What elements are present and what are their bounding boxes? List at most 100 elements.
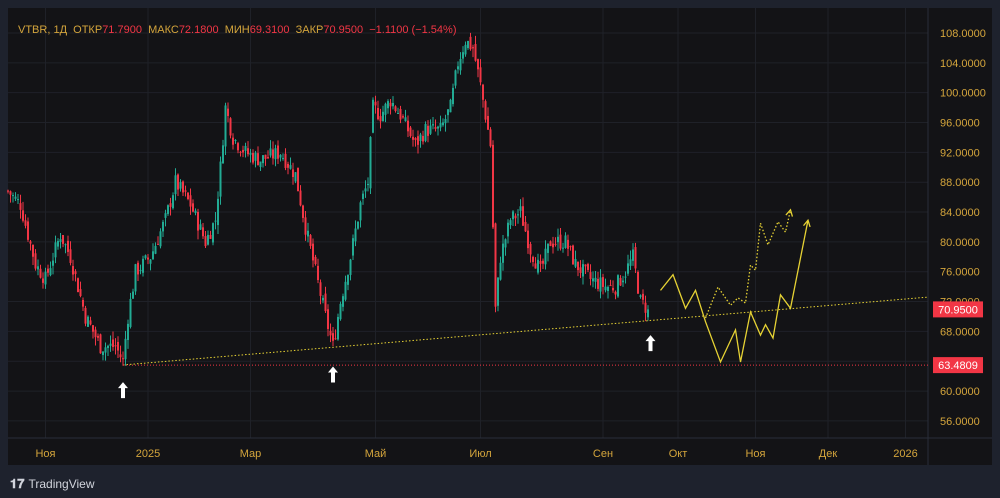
candle-body <box>192 203 194 212</box>
candle-body <box>342 296 344 307</box>
candle-body <box>112 339 114 348</box>
candle-body <box>179 182 182 189</box>
candle-body <box>334 338 337 340</box>
candle-body <box>372 99 374 133</box>
candle-body <box>84 307 87 324</box>
candle-body <box>304 217 307 235</box>
candle-body <box>357 221 359 229</box>
candle-body <box>352 238 354 256</box>
candle-body <box>437 126 439 129</box>
candle-body <box>14 196 17 199</box>
x-tick-label: Мар <box>240 448 262 460</box>
candle-body <box>327 309 329 329</box>
candle-body <box>359 202 362 221</box>
candle-body <box>19 203 22 210</box>
candle-body <box>367 183 369 186</box>
y-tick-label: 56.0000 <box>940 416 980 428</box>
open-value: 71.7900 <box>102 24 142 36</box>
candle-body <box>239 151 242 153</box>
candle-body <box>344 281 347 300</box>
candle-body <box>242 149 244 153</box>
candle-body <box>249 152 252 155</box>
candle-body <box>459 58 462 71</box>
up-arrow-icon <box>118 382 128 399</box>
candle-body <box>457 66 459 70</box>
candle-body <box>39 268 42 278</box>
candle-body <box>612 287 614 291</box>
candle-body <box>119 354 122 358</box>
candle-body <box>407 120 409 132</box>
candle-body <box>599 277 602 292</box>
candle-body <box>364 188 367 192</box>
candle-body <box>104 347 107 353</box>
candle-body <box>217 198 219 226</box>
tradingview-logo[interactable]: 𝟏𝟕 TradingView <box>10 476 95 492</box>
candle-body <box>27 221 29 240</box>
candle-body <box>347 275 349 285</box>
candle-body <box>502 243 504 263</box>
candle-body <box>419 134 422 142</box>
x-tick-label: 2025 <box>136 448 160 460</box>
candle-body <box>219 161 222 197</box>
candle-body <box>544 248 547 265</box>
candle-body <box>134 264 137 292</box>
candle-body <box>642 293 644 300</box>
candle-body <box>167 205 169 214</box>
candle-body <box>7 190 9 192</box>
up-arrow-icon <box>328 366 338 383</box>
candle-body <box>409 127 412 137</box>
candle-body <box>594 277 597 282</box>
candle-body <box>194 210 197 214</box>
close-value: 70.9500 <box>323 24 364 36</box>
candle-body <box>317 265 319 281</box>
candle-body <box>607 286 609 292</box>
candle-body <box>519 206 522 211</box>
candle-body <box>379 116 382 122</box>
candle-body <box>559 234 562 249</box>
candle-body <box>462 52 464 59</box>
candle-body <box>124 338 127 360</box>
candle-body <box>597 278 599 289</box>
brand-label: TradingView <box>28 477 95 491</box>
candle-body <box>382 111 384 121</box>
symbol-label: VTBR, 1Д <box>18 24 68 36</box>
candle-body <box>139 269 142 271</box>
candle-body <box>267 157 269 159</box>
candle-body <box>332 333 334 341</box>
low-label: МИН <box>224 24 250 36</box>
candle-body <box>69 249 72 263</box>
candle-body <box>129 298 132 327</box>
candle-body <box>164 213 167 218</box>
candle-body <box>422 135 424 142</box>
candle-body <box>399 109 402 120</box>
candle-body <box>397 113 399 115</box>
candle-body <box>314 256 317 265</box>
candle-body <box>252 152 254 163</box>
candle-body <box>537 259 539 273</box>
candle-body <box>289 165 292 169</box>
candle-body <box>232 137 234 145</box>
candle-body <box>622 280 624 283</box>
ohlc-legend: VTBR, 1Д ОТКР71.7900 МАКС72.1800 МИН69.3… <box>18 24 456 36</box>
price-chart[interactable]: 56.000060.000064.000068.000072.000076.00… <box>0 0 1000 470</box>
candle-body <box>517 214 519 216</box>
candle-body <box>509 220 512 226</box>
candle-body <box>529 243 532 255</box>
candle-body <box>574 259 577 267</box>
candle-body <box>204 236 207 247</box>
candle-body <box>577 261 579 271</box>
change-value: −1.1100 (−1.54%) <box>369 24 457 36</box>
candle-body <box>209 234 212 239</box>
candle-body <box>254 152 257 161</box>
x-tick-label: Май <box>365 448 387 460</box>
candle-body <box>487 115 489 130</box>
candle-body <box>492 144 494 228</box>
candle-body <box>477 59 479 70</box>
high-label: МАКС <box>148 24 179 36</box>
candle-body <box>527 230 529 249</box>
candle-body <box>467 40 469 49</box>
candle-body <box>92 325 94 332</box>
candle-body <box>414 138 417 141</box>
candle-body <box>442 122 444 126</box>
candle-body <box>62 235 64 244</box>
